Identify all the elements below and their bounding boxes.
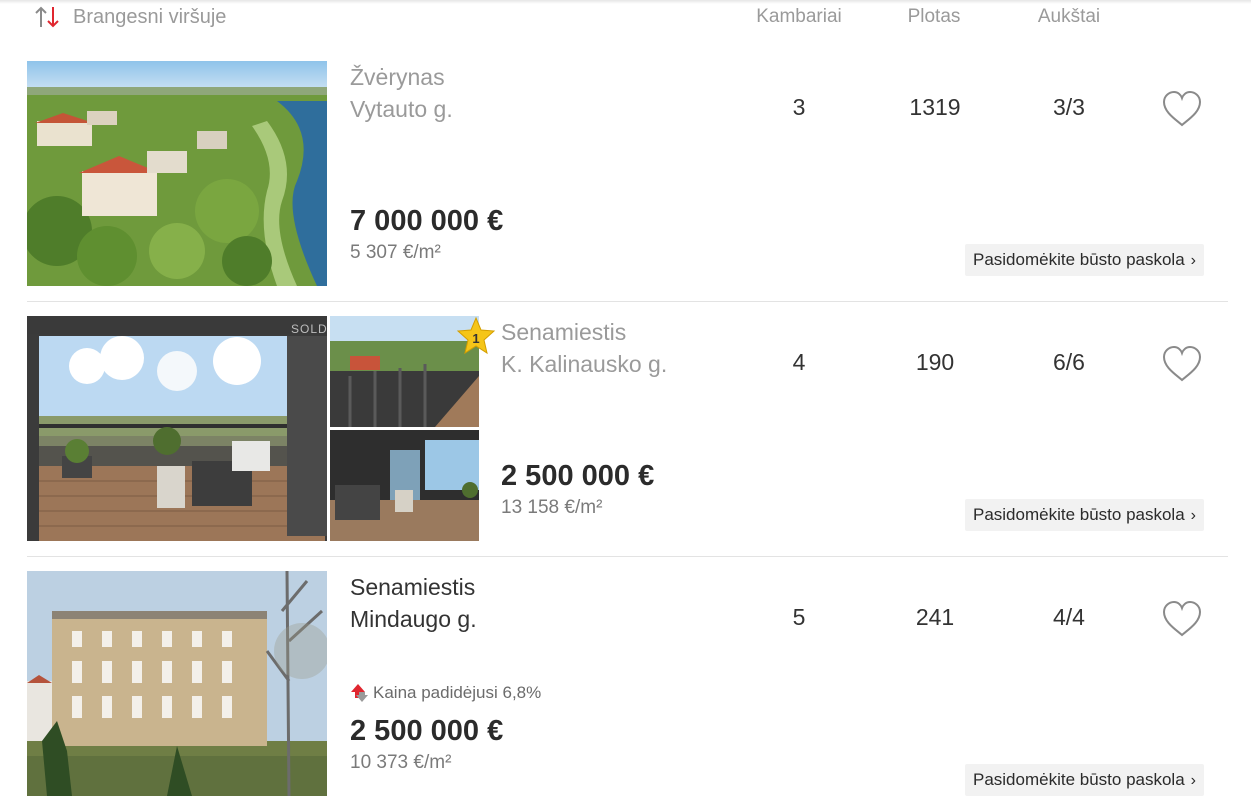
price-up-icon	[351, 684, 368, 702]
listing-item[interactable]: Žvėrynas Vytauto g. 7 000 000 € 5 307 €/…	[27, 61, 1228, 286]
listing-rooms: 4	[792, 349, 806, 375]
listing-area: 241	[915, 604, 955, 630]
loan-label: Pasidomėkite būsto paskola	[972, 505, 1185, 524]
listing-floors: 6/6	[1053, 349, 1085, 375]
price-change-indicator: Kaina padidėjusi 6,8%	[350, 683, 541, 703]
listing-floors: 3/3	[1053, 94, 1085, 120]
sort-control[interactable]: Brangesni viršuje	[33, 4, 226, 30]
listing-thumbnail[interactable]	[330, 430, 479, 541]
heart-icon[interactable]	[1161, 90, 1203, 128]
loan-link[interactable]: Pasidomėkite būsto paskola ›	[964, 244, 1204, 276]
listing-price: 7 000 000 €	[350, 205, 504, 237]
heart-icon[interactable]	[1161, 600, 1203, 638]
listing-floors: 4/4	[1053, 604, 1085, 630]
chevron-right-icon: ›	[1190, 772, 1196, 789]
list-header: Brangesni viršuje Kambariai Plotas Aukšt…	[0, 0, 1251, 40]
listing-item[interactable]: Senamiestis Mindaugo g. Kaina padidėjusi…	[27, 571, 1228, 799]
listing-price: 2 500 000 €	[350, 715, 504, 747]
loan-label: Pasidomėkite būsto paskola	[972, 250, 1185, 269]
chevron-right-icon: ›	[1190, 507, 1196, 524]
sold-mark: SOLD	[291, 322, 328, 336]
divider	[27, 556, 1228, 557]
listing-street: Vytauto g.	[350, 96, 453, 122]
listing-street: K. Kalinausko g.	[501, 351, 668, 377]
listing-photo[interactable]	[27, 61, 327, 286]
listing-street: Mindaugo g.	[350, 606, 477, 632]
column-header-floors[interactable]: Aukštai	[1019, 6, 1119, 28]
star-badge-icon: 1	[456, 316, 496, 355]
sort-arrows-icon	[35, 6, 59, 28]
loan-label: Pasidomėkite būsto paskola	[972, 770, 1185, 789]
chevron-right-icon: ›	[1190, 252, 1196, 269]
listing-item[interactable]: SOLD 1 Senamiestis K. Kalinausko g. 2 50…	[27, 316, 1228, 541]
listing-rooms: 3	[792, 94, 806, 120]
listing-photo[interactable]	[27, 316, 327, 541]
listing-price-per-sqm: 13 158 €/m²	[501, 497, 603, 518]
loan-link[interactable]: Pasidomėkite būsto paskola ›	[964, 499, 1204, 531]
listing-price-per-sqm: 5 307 €/m²	[350, 242, 441, 263]
sort-label: Brangesni viršuje	[73, 5, 227, 28]
column-header-rooms[interactable]: Kambariai	[749, 6, 849, 28]
divider	[27, 301, 1228, 302]
price-change-text: Kaina padidėjusi 6,8%	[373, 683, 542, 702]
listing-district: Senamiestis	[501, 319, 627, 345]
heart-icon[interactable]	[1161, 345, 1203, 383]
listing-area: 190	[915, 349, 955, 375]
listing-photo[interactable]	[27, 571, 327, 796]
listing-price-per-sqm: 10 373 €/m²	[350, 752, 452, 773]
listing-price: 2 500 000 €	[501, 460, 655, 492]
listing-district: Senamiestis	[350, 574, 476, 600]
listing-district: Žvėrynas	[350, 64, 445, 90]
badge-number: 1	[472, 331, 479, 346]
listing-rooms: 5	[792, 604, 806, 630]
listing-area: 1319	[909, 94, 961, 120]
column-header-area[interactable]: Plotas	[884, 6, 984, 28]
loan-link[interactable]: Pasidomėkite būsto paskola ›	[964, 764, 1204, 796]
